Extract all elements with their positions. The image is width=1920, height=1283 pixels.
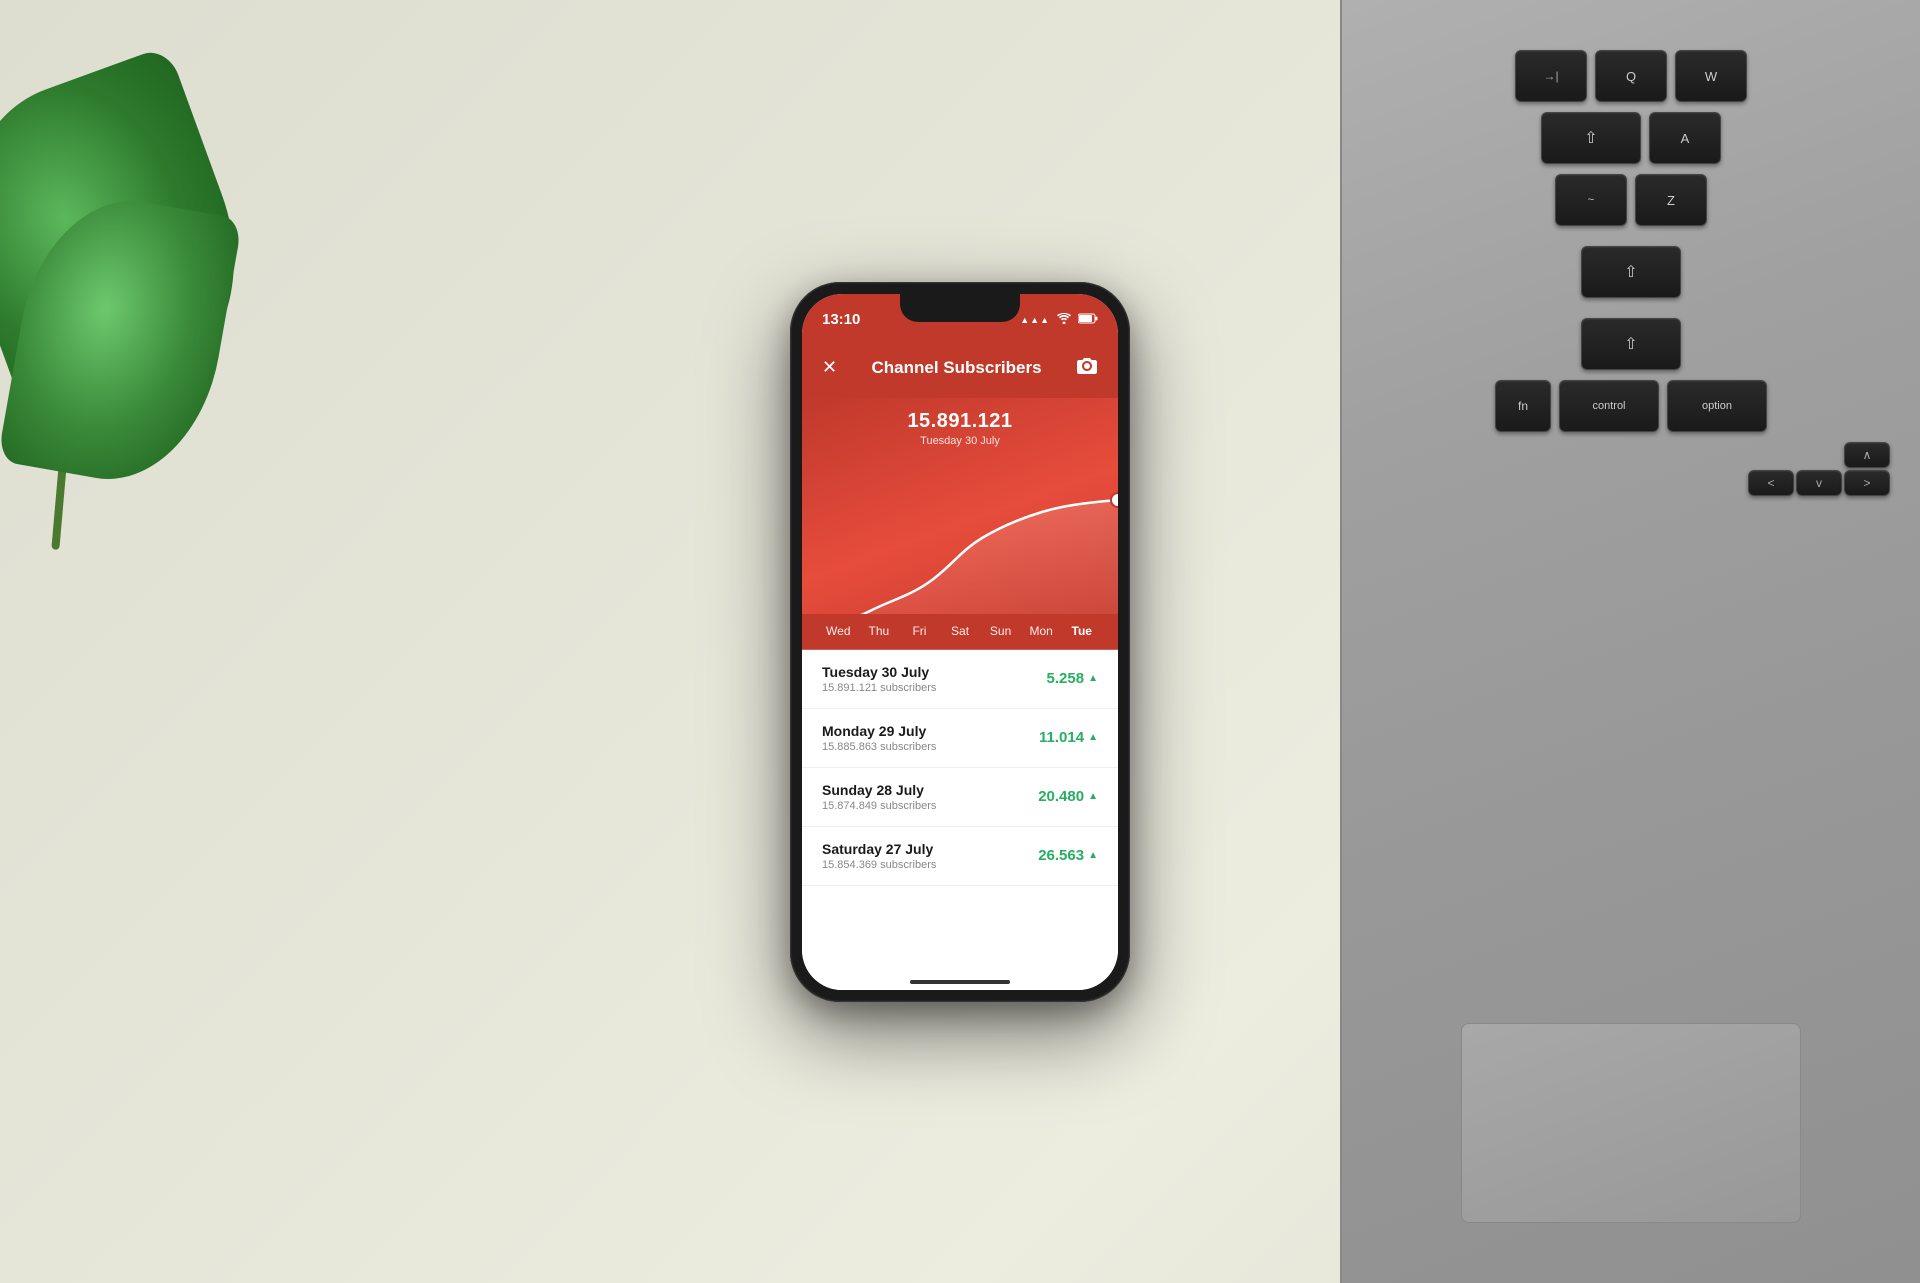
- notch: [900, 294, 1020, 322]
- stat-item-2[interactable]: Sunday 28 July 15.874.849 subscribers 20…: [802, 768, 1118, 827]
- subscriber-count: 15.891.121: [802, 410, 1118, 433]
- stat-arrow-up-1: ▲: [1088, 732, 1098, 743]
- close-button[interactable]: ✕: [822, 357, 837, 378]
- day-sun: Sun: [980, 624, 1021, 638]
- phone: 13:10 ▲▲▲: [790, 282, 1130, 1002]
- battery-icon: [1078, 313, 1098, 327]
- key-arrow-up[interactable]: ∧: [1844, 442, 1890, 468]
- stat-item-0[interactable]: Tuesday 30 July 15.891.121 subscribers 5…: [802, 650, 1118, 709]
- key-fn[interactable]: fn: [1495, 380, 1551, 432]
- phone-body: 13:10 ▲▲▲: [790, 282, 1130, 1002]
- key-tab[interactable]: →|: [1515, 50, 1587, 102]
- stat-item-3[interactable]: Saturday 27 July 15.854.369 subscribers …: [802, 827, 1118, 886]
- stat-change-3: 26.563: [1038, 847, 1084, 864]
- key-shift-left[interactable]: ⇧: [1541, 112, 1641, 164]
- key-control[interactable]: control: [1559, 380, 1659, 432]
- header-title: Channel Subscribers: [872, 358, 1042, 378]
- key-tilde[interactable]: ~: [1555, 174, 1627, 226]
- keyboard-row-1: →| Q W: [1362, 50, 1900, 102]
- key-shift-right[interactable]: ⇧: [1581, 246, 1681, 298]
- keyboard-area: →| Q W ⇧ A ~ Z ⇧ ⇧: [1342, 0, 1920, 1083]
- laptop: →| Q W ⇧ A ~ Z ⇧ ⇧: [1340, 0, 1920, 1283]
- stat-left-0: Tuesday 30 July 15.891.121 subscribers: [822, 664, 936, 694]
- day-sat: Sat: [940, 624, 981, 638]
- stat-left-3: Saturday 27 July 15.854.369 subscribers: [822, 841, 936, 871]
- day-thu: Thu: [859, 624, 900, 638]
- stat-arrow-up-0: ▲: [1088, 673, 1098, 684]
- keyboard-row-4: ⇧: [1362, 246, 1900, 298]
- key-w[interactable]: W: [1675, 50, 1747, 102]
- keyboard-row-2: ⇧ A: [1362, 112, 1900, 164]
- keyboard-row-3: ~ Z: [1362, 174, 1900, 226]
- status-time: 13:10: [822, 311, 860, 328]
- key-a[interactable]: A: [1649, 112, 1721, 164]
- key-arrow-left[interactable]: <: [1748, 470, 1794, 496]
- stat-subs-2: 15.874.849 subscribers: [822, 800, 936, 812]
- trackpad[interactable]: [1461, 1023, 1801, 1223]
- home-indicator: [910, 980, 1010, 984]
- stat-subs-1: 15.885.863 subscribers: [822, 741, 936, 753]
- key-arrow-right[interactable]: >: [1844, 470, 1890, 496]
- day-fri: Fri: [899, 624, 940, 638]
- keyboard-row-modifier: fn control option: [1362, 380, 1900, 432]
- stat-change-1: 11.014: [1039, 729, 1084, 746]
- camera-button[interactable]: [1076, 356, 1098, 379]
- wifi-icon: [1057, 313, 1071, 327]
- key-q[interactable]: Q: [1595, 50, 1667, 102]
- day-mon: Mon: [1021, 624, 1062, 638]
- stat-subs-0: 15.891.121 subscribers: [822, 682, 936, 694]
- stat-left-1: Monday 29 July 15.885.863 subscribers: [822, 723, 936, 753]
- phone-screen: 13:10 ▲▲▲: [802, 294, 1118, 990]
- chart-container: 15.891.121 Tuesday 30 July: [802, 398, 1118, 650]
- plant-decoration: [0, 0, 280, 700]
- day-wed: Wed: [818, 624, 859, 638]
- stat-arrow-up-3: ▲: [1088, 850, 1098, 861]
- stat-item-1[interactable]: Monday 29 July 15.885.863 subscribers 11…: [802, 709, 1118, 768]
- stat-left-2: Sunday 28 July 15.874.849 subscribers: [822, 782, 936, 812]
- status-icons: ▲▲▲: [1020, 313, 1098, 327]
- key-option[interactable]: option: [1667, 380, 1767, 432]
- stat-right-3: 26.563 ▲: [1038, 847, 1098, 864]
- stat-right-0: 5.258 ▲: [1047, 670, 1098, 687]
- day-axis: Wed Thu Fri Sat Sun Mon Tue: [802, 614, 1118, 650]
- key-arrow-down[interactable]: v: [1796, 470, 1842, 496]
- subscriber-count-area: 15.891.121 Tuesday 30 July: [802, 398, 1118, 447]
- stat-change-0: 5.258: [1047, 670, 1085, 687]
- stat-change-2: 20.480: [1038, 788, 1084, 805]
- day-tue: Tue: [1061, 624, 1102, 638]
- app-header: ✕ Channel Subscribers: [802, 338, 1118, 398]
- stat-subs-3: 15.854.369 subscribers: [822, 859, 936, 871]
- signal-icon: ▲▲▲: [1020, 315, 1050, 325]
- stat-arrow-up-2: ▲: [1088, 791, 1098, 802]
- key-shift-bottom[interactable]: ⇧: [1581, 318, 1681, 370]
- stat-day-3: Saturday 27 July: [822, 841, 936, 857]
- stat-right-1: 11.014 ▲: [1039, 729, 1098, 746]
- subscriber-date: Tuesday 30 July: [802, 435, 1118, 447]
- stat-right-2: 20.480 ▲: [1038, 788, 1098, 805]
- key-z[interactable]: Z: [1635, 174, 1707, 226]
- keyboard-row-5: ⇧: [1362, 318, 1900, 370]
- stat-day-2: Sunday 28 July: [822, 782, 936, 798]
- stat-day-1: Monday 29 July: [822, 723, 936, 739]
- stats-list: Tuesday 30 July 15.891.121 subscribers 5…: [802, 650, 1118, 990]
- stat-day-0: Tuesday 30 July: [822, 664, 936, 680]
